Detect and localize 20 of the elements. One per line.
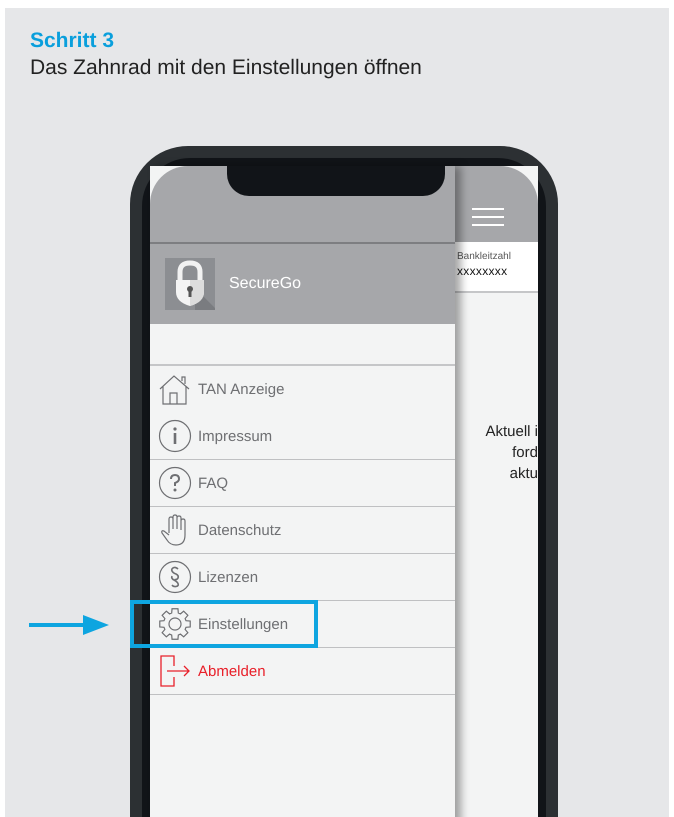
logout-icon	[158, 654, 192, 688]
menu-item[interactable]: FAQ	[150, 460, 455, 507]
gear-icon	[158, 607, 192, 641]
message-text: aktu	[510, 464, 538, 484]
menu-icon[interactable]	[472, 208, 504, 226]
field-label: Bankleitzahl	[457, 251, 511, 262]
question-icon	[158, 466, 192, 500]
input-field[interactable]: Bankleitzahl xxxxxxxx	[455, 242, 538, 293]
message-text: ford	[512, 443, 538, 463]
field-value: xxxxxxxx	[457, 264, 508, 278]
step-instruction: Das Zahnrad mit den Einstellungen öffnen	[30, 55, 422, 81]
menu-item[interactable]: Impressum	[150, 413, 455, 460]
step-title: Schritt 3	[30, 28, 114, 54]
info-icon	[158, 419, 192, 453]
message-text: Aktuell i	[485, 422, 538, 442]
padlock-logo-icon	[165, 258, 215, 310]
paragraph-icon	[158, 560, 192, 594]
menu-item[interactable]: TAN Anzeige	[150, 366, 455, 413]
app-name: SecureGo	[229, 275, 302, 293]
menu-item[interactable]: Datenschutz	[150, 507, 455, 554]
